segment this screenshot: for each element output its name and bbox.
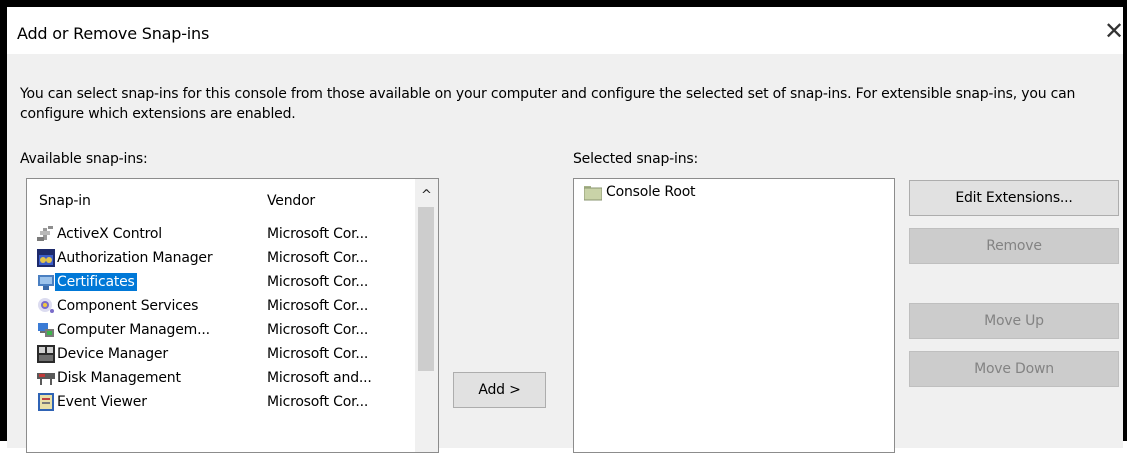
snapin-vendor: Microsoft Cor... [267, 226, 369, 242]
snapin-vendor: Microsoft and... [267, 370, 372, 386]
available-snapins-list[interactable]: Snap-in Vendor ActiveX Control Microsoft… [26, 178, 439, 453]
component-services-icon [38, 298, 54, 313]
add-remove-snapins-dialog: Add or Remove Snap-ins ✕ You can select … [0, 0, 1127, 453]
move-up-button[interactable]: Move Up [909, 303, 1119, 339]
snapin-vendor: Microsoft Cor... [267, 322, 369, 338]
remove-button[interactable]: Remove [909, 228, 1119, 264]
snapin-name: Disk Management [57, 370, 181, 386]
device-manager-icon [37, 345, 55, 363]
snapin-name: Certificates [55, 273, 137, 291]
list-item[interactable]: Authorization Manager Microsoft Cor... [27, 246, 415, 270]
snapin-vendor: Microsoft Cor... [267, 250, 369, 266]
close-icon[interactable]: ✕ [1103, 18, 1125, 44]
snapin-vendor: Microsoft Cor... [267, 298, 369, 314]
folder-icon [584, 186, 602, 201]
snapin-vendor: Microsoft Cor... [267, 274, 369, 290]
dialog-description: You can select snap-ins for this console… [20, 86, 1076, 122]
snapin-name: Event Viewer [57, 394, 147, 410]
list-item[interactable]: ActiveX Control Microsoft Cor... [27, 222, 415, 246]
column-header-snapin[interactable]: Snap-in [39, 193, 91, 209]
computer-management-icon [38, 323, 54, 337]
snapin-name: Computer Managem... [57, 322, 210, 338]
edit-extensions-button[interactable]: Edit Extensions... [909, 180, 1119, 216]
selected-snapins-list[interactable]: Console Root [573, 178, 895, 453]
snapin-name: ActiveX Control [57, 226, 162, 242]
available-snapins-label: Available snap-ins: [20, 151, 148, 167]
scroll-up-icon[interactable]: ^ [415, 187, 438, 205]
scrollbar-thumb[interactable] [418, 207, 434, 371]
list-item[interactable]: Certificates Microsoft Cor... [27, 270, 415, 294]
list-item[interactable]: Disk Management Microsoft and... [27, 366, 415, 390]
add-button[interactable]: Add > [453, 372, 546, 408]
snapin-name: Console Root [606, 184, 696, 200]
disk-management-icon [37, 373, 55, 385]
certificates-icon [38, 275, 54, 290]
selected-snapins-label: Selected snap-ins: [573, 151, 698, 167]
dialog-title: Add or Remove Snap-ins [17, 24, 210, 43]
dialog-content: You can select snap-ins for this console… [7, 54, 1123, 453]
snapin-name: Device Manager [57, 346, 168, 362]
move-down-button[interactable]: Move Down [909, 351, 1119, 387]
snapin-name: Authorization Manager [57, 250, 213, 266]
snapin-name: Component Services [57, 298, 199, 314]
activex-icon [37, 226, 53, 241]
list-item[interactable]: Device Manager Microsoft Cor... [27, 342, 415, 366]
vertical-scrollbar[interactable]: ^ [415, 179, 438, 452]
list-item[interactable]: Component Services Microsoft Cor... [27, 294, 415, 318]
snapin-vendor: Microsoft Cor... [267, 394, 369, 410]
snapin-vendor: Microsoft Cor... [267, 346, 369, 362]
list-item[interactable]: Computer Managem... Microsoft Cor... [27, 318, 415, 342]
column-header-vendor[interactable]: Vendor [267, 193, 315, 209]
list-item[interactable]: Event Viewer Microsoft Cor... [27, 390, 415, 414]
authorization-manager-icon [37, 249, 55, 267]
event-viewer-icon [38, 393, 54, 411]
